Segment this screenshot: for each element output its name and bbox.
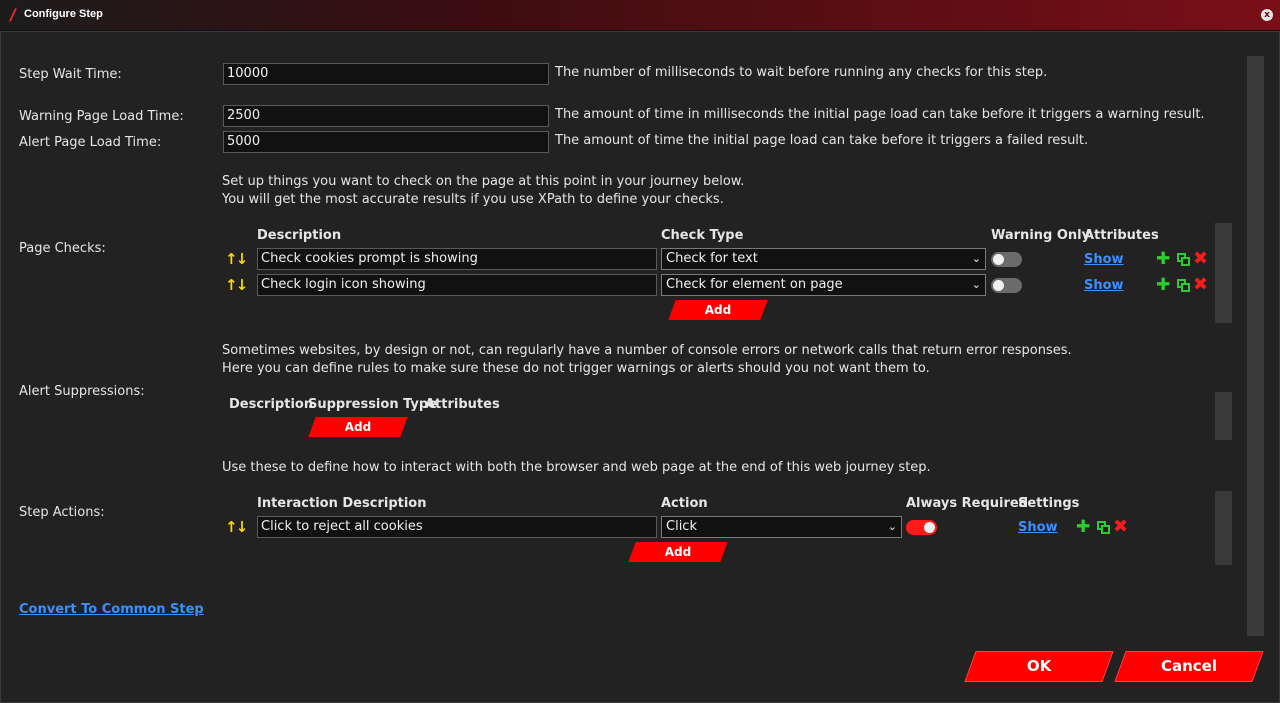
warning-only-toggle[interactable]: [991, 278, 1022, 293]
attributes-show-link[interactable]: Show: [1084, 252, 1124, 267]
check-type-select[interactable]: Check for element on page ⌄: [661, 274, 986, 296]
add-suppression-button[interactable]: Add: [308, 417, 408, 437]
add-page-check-button[interactable]: Add: [668, 300, 768, 320]
col-attributes: Attributes: [1084, 228, 1159, 243]
warning-load-input[interactable]: 2500: [223, 105, 549, 127]
col-suppression-type: Suppression Type: [308, 397, 438, 412]
warning-load-label: Warning Page Load Time:: [19, 109, 184, 124]
plus-icon[interactable]: ✚: [1156, 251, 1170, 268]
suppressions-intro-1: Sometimes websites, by design or not, ca…: [222, 343, 1072, 358]
col-suppression-attributes: Attributes: [425, 397, 500, 412]
warning-only-toggle[interactable]: [991, 252, 1022, 267]
settings-show-link[interactable]: Show: [1018, 520, 1058, 535]
col-interaction-description: Interaction Description: [257, 496, 427, 511]
col-description: Description: [257, 228, 342, 243]
up-down-arrows-icon[interactable]: ↑↓: [225, 276, 248, 294]
col-settings: Settings: [1018, 496, 1080, 511]
main-scrollbar[interactable]: [1247, 56, 1264, 636]
alert-load-help: The amount of time the initial page load…: [555, 133, 1089, 148]
ok-button[interactable]: OK: [964, 651, 1114, 682]
step-wait-input[interactable]: 10000: [223, 63, 549, 85]
col-action: Action: [661, 496, 708, 511]
col-suppression-description: Description: [229, 397, 314, 412]
check-type-select[interactable]: Check for text ⌄: [661, 248, 986, 270]
page-checks-scrollbar[interactable]: [1215, 223, 1232, 323]
dialog-title: Configure Step: [24, 8, 103, 20]
check-type-value: Check for text: [666, 251, 758, 266]
copy-icon[interactable]: [1177, 279, 1190, 292]
step-wait-help: The number of milliseconds to wait befor…: [555, 65, 1048, 80]
step-actions-label: Step Actions:: [19, 505, 105, 520]
action-value: Click: [666, 519, 697, 534]
add-step-action-button[interactable]: Add: [628, 542, 728, 562]
col-always-required: Always Required: [906, 496, 1029, 511]
cancel-button[interactable]: Cancel: [1114, 651, 1264, 682]
up-down-arrows-icon[interactable]: ↑↓: [225, 518, 248, 536]
always-required-toggle[interactable]: [906, 520, 937, 535]
action-select[interactable]: Click ⌄: [661, 516, 902, 538]
suppressions-scrollbar[interactable]: [1215, 392, 1232, 440]
close-icon[interactable]: ✖: [1113, 518, 1128, 536]
step-wait-label: Step Wait Time:: [19, 67, 122, 82]
page-checks-intro-2: You will get the most accurate results i…: [222, 192, 724, 207]
chevron-down-icon: ⌄: [971, 278, 981, 291]
plus-icon[interactable]: ✚: [1156, 277, 1170, 294]
check-type-value: Check for element on page: [666, 277, 843, 292]
chevron-down-icon: ⌄: [887, 520, 897, 533]
close-icon[interactable]: x: [1261, 9, 1273, 21]
copy-icon[interactable]: [1097, 521, 1110, 534]
suppressions-intro-2: Here you can define rules to make sure t…: [222, 361, 930, 376]
plus-icon[interactable]: ✚: [1076, 519, 1090, 536]
convert-to-common-step-link[interactable]: Convert To Common Step: [19, 602, 204, 617]
page-checks-label: Page Checks:: [19, 241, 106, 256]
close-icon[interactable]: ✖: [1193, 276, 1208, 294]
attributes-show-link[interactable]: Show: [1084, 278, 1124, 293]
chevron-down-icon: ⌄: [971, 252, 981, 265]
interaction-description-input[interactable]: Click to reject all cookies: [257, 516, 657, 538]
title-bar: [0, 0, 1280, 31]
up-down-arrows-icon[interactable]: ↑↓: [225, 250, 248, 268]
page-checks-intro-1: Set up things you want to check on the p…: [222, 174, 745, 189]
suppressions-label: Alert Suppressions:: [19, 384, 145, 399]
step-actions-scrollbar[interactable]: [1215, 491, 1232, 565]
col-warning-only: Warning Only: [991, 228, 1091, 243]
check-description-input[interactable]: Check login icon showing: [257, 274, 657, 296]
close-icon[interactable]: ✖: [1193, 250, 1208, 268]
warning-load-help: The amount of time in milliseconds the i…: [555, 107, 1205, 122]
copy-icon[interactable]: [1177, 253, 1190, 266]
col-check-type: Check Type: [661, 228, 744, 243]
step-actions-intro: Use these to define how to interact with…: [222, 460, 931, 475]
alert-load-label: Alert Page Load Time:: [19, 135, 162, 150]
check-description-input[interactable]: Check cookies prompt is showing: [257, 248, 657, 270]
alert-load-input[interactable]: 5000: [223, 131, 549, 153]
